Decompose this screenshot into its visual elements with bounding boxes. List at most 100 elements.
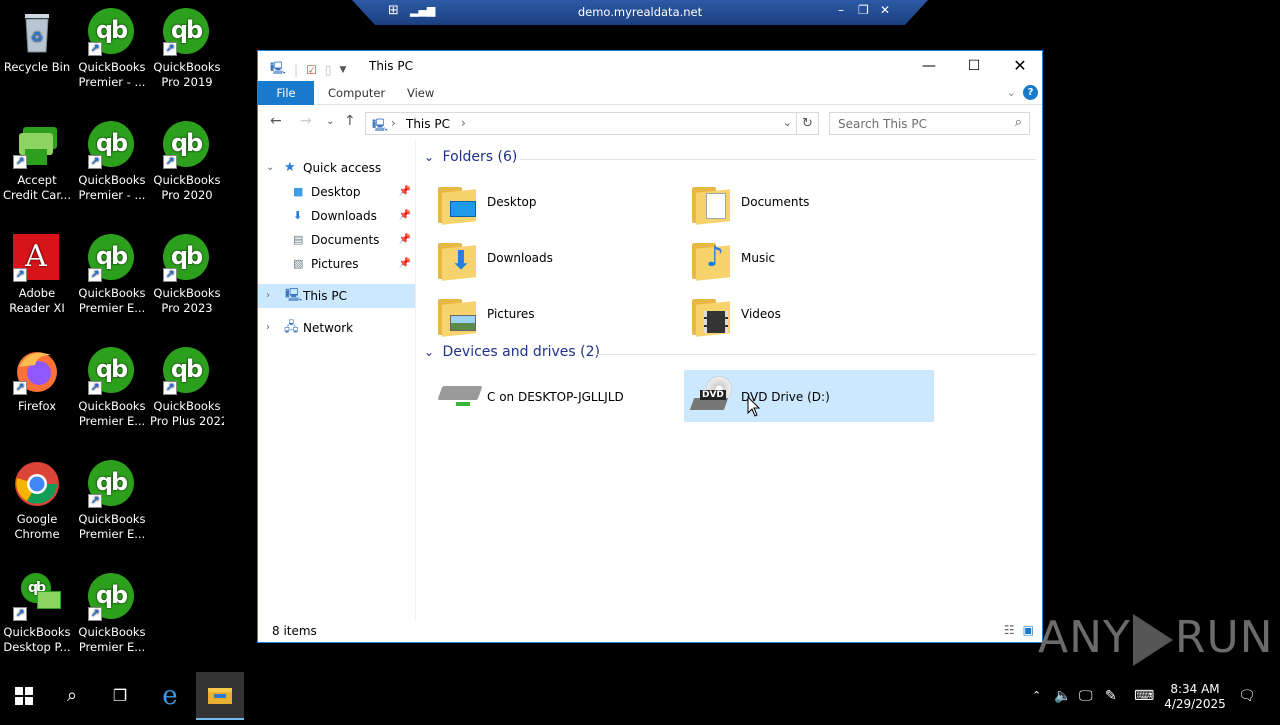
mouse-cursor-icon	[747, 396, 761, 417]
file-explorer-taskbar-button[interactable]	[196, 672, 244, 720]
taskbar: ⌕ ❐ e ⌃ 🔈 🖵 ✎ ⌨ 8:34 AM 4/29/2025 🗨	[0, 672, 1280, 720]
group-divider	[520, 159, 1036, 160]
large-icons-view-icon[interactable]: ▣	[1023, 623, 1034, 637]
tab-file[interactable]: File	[258, 81, 314, 105]
task-view-icon[interactable]: ❐	[96, 672, 144, 720]
desktop-icon-quickbooks-pro-2019[interactable]: qb ↗ QuickBooks Pro 2019	[150, 8, 224, 90]
desktop-icon-quickbooks-premier[interactable]: qb ↗ QuickBooks Premier E...	[75, 347, 149, 429]
search-input[interactable]: Search This PC ⌕	[829, 112, 1030, 135]
new-folder-icon[interactable]: ▯	[325, 63, 332, 77]
folder-tile-pictures[interactable]: Pictures	[430, 289, 680, 341]
properties-icon[interactable]: ☑	[306, 63, 317, 77]
volume-icon[interactable]: 🔈	[1054, 672, 1071, 720]
minimize-button[interactable]: —	[906, 51, 952, 81]
desktop-icon-label: QuickBooks	[78, 286, 146, 300]
recent-locations-dropdown-icon[interactable]: ⌄	[326, 116, 334, 127]
back-button[interactable]: ←	[270, 113, 282, 129]
expand-ribbon-icon[interactable]: ⌄	[1007, 86, 1016, 99]
chevron-down-icon[interactable]: ⌄	[424, 345, 434, 359]
group-header-folders[interactable]: ⌄ Folders (6)	[424, 149, 1036, 169]
desktop-icon-quickbooks-pro-2023[interactable]: qb ↗ QuickBooks Pro 2023	[150, 234, 224, 316]
desktop-icon-quickbooks-premier[interactable]: qb ↗ QuickBooks Premier E...	[75, 234, 149, 316]
divider: |	[294, 62, 299, 77]
nav-item-downloads[interactable]: ⬇ Downloads 📌	[258, 204, 415, 228]
nav-item-documents[interactable]: ▤ Documents 📌	[258, 228, 415, 252]
chevron-down-icon[interactable]: ⌄	[424, 150, 434, 164]
remote-restore-button[interactable]: ❐	[858, 3, 869, 17]
nav-item-pictures[interactable]: ▧ Pictures 📌	[258, 252, 415, 276]
folder-tile-downloads[interactable]: ⬇ Downloads	[430, 233, 680, 285]
forward-button[interactable]: →	[300, 113, 312, 129]
pin-icon[interactable]: 📌	[399, 204, 411, 228]
desktop-icon-label: Chrome	[14, 527, 60, 541]
shortcut-arrow-icon: ↗	[163, 42, 177, 56]
desktop-icon-google-chrome[interactable]: Google Chrome	[0, 460, 74, 542]
drive-tile-dvd[interactable]: DVD DVD Drive (D:)	[684, 370, 934, 422]
maximize-button[interactable]: ☐	[951, 51, 997, 81]
customize-toolbar-dropdown-icon[interactable]: ▼	[339, 65, 346, 75]
remote-minimize-button[interactable]: –	[838, 3, 844, 17]
group-title: Devices and drives (2)	[442, 344, 600, 360]
shortcut-arrow-icon: ↗	[13, 155, 27, 169]
chevron-up-icon[interactable]: ⌃	[1032, 672, 1041, 720]
address-bar[interactable]: 🖳 › This PC › ⌄	[365, 112, 819, 135]
desktop-icon-quickbooks-pro-2020[interactable]: qb ↗ QuickBooks Pro 2020	[150, 121, 224, 203]
folder-tile-documents[interactable]: Documents	[684, 177, 934, 229]
desktop-icon-adobe-reader[interactable]: A ↗ Adobe Reader XI	[0, 234, 74, 316]
network-icon[interactable]: 🖵	[1079, 672, 1093, 720]
desktop-icon-label: Premier E...	[78, 640, 146, 654]
clock[interactable]: 8:34 AM 4/29/2025	[1160, 682, 1230, 712]
desktop-icon-quickbooks-premier[interactable]: qb ↗ QuickBooks Premier - ...	[75, 8, 149, 90]
shortcut-arrow-icon: ↗	[88, 268, 102, 282]
computer-icon[interactable]: 🖳	[270, 59, 286, 80]
chevron-down-icon[interactable]: ⌄	[266, 156, 274, 180]
desktop-icon-firefox[interactable]: ↗ Firefox	[0, 347, 74, 414]
desktop-icon-label: Credit Car...	[3, 188, 71, 202]
keyboard-icon[interactable]: ⌨	[1134, 672, 1154, 720]
search-icon[interactable]: ⌕	[48, 672, 96, 720]
desktop-icon-quickbooks-premier[interactable]: qb ↗ QuickBooks Premier E...	[75, 573, 149, 655]
help-icon[interactable]: ?	[1023, 85, 1038, 100]
remote-close-button[interactable]: ✕	[880, 3, 890, 17]
drive-tile-c[interactable]: C on DESKTOP-JGLLJLD	[430, 370, 680, 422]
group-header-devices[interactable]: ⌄ Devices and drives (2)	[424, 344, 1036, 364]
breadcrumb-chevron-icon[interactable]: ›	[461, 116, 466, 130]
chevron-right-icon[interactable]: ›	[266, 316, 270, 340]
nav-item-network[interactable]: › 🖧 Network	[258, 316, 415, 340]
folder-tile-desktop[interactable]: Desktop	[430, 177, 680, 229]
desktop-folder-icon	[438, 183, 478, 225]
nav-item-quick-access[interactable]: ⌄ ★ Quick access	[258, 156, 415, 180]
nav-item-this-pc[interactable]: › 🖳 This PC	[258, 284, 415, 308]
breadcrumb-this-pc[interactable]: This PC	[406, 117, 450, 131]
quickbooks-desktop-icon: qb ↗	[13, 573, 61, 621]
tab-view[interactable]: View	[393, 81, 448, 105]
desktop-icon-quickbooks-premier[interactable]: qb ↗ QuickBooks Premier - ...	[75, 121, 149, 203]
internet-explorer-icon[interactable]: e	[146, 672, 194, 720]
pin-icon[interactable]: 📌	[399, 228, 411, 252]
breadcrumb-chevron-icon[interactable]: ›	[391, 116, 396, 130]
pin-icon[interactable]: 📌	[399, 180, 411, 204]
details-view-icon[interactable]: ☷	[1004, 623, 1015, 637]
desktop-icon-recycle-bin[interactable]: ♻ Recycle Bin	[0, 8, 74, 75]
tab-computer[interactable]: Computer	[314, 81, 399, 105]
desktop-icon-quickbooks-pro-plus-2022[interactable]: qb ↗ QuickBooks Pro Plus 2022	[150, 347, 224, 429]
close-button[interactable]: ✕	[997, 51, 1043, 81]
notifications-icon[interactable]: 🗨	[1238, 672, 1256, 720]
nav-item-desktop[interactable]: ■ Desktop 📌	[258, 180, 415, 204]
desktop-icon-quickbooks-premier[interactable]: qb ↗ QuickBooks Premier E...	[75, 460, 149, 542]
group-divider	[594, 354, 1036, 355]
refresh-button[interactable]: ↻	[796, 112, 819, 135]
anyrun-watermark: ANY RUN	[1038, 612, 1274, 666]
up-button[interactable]: ↑	[344, 113, 356, 129]
pen-icon[interactable]: ✎	[1105, 672, 1117, 720]
start-button[interactable]	[0, 672, 48, 720]
folder-tile-videos[interactable]: Videos	[684, 289, 934, 341]
folder-tile-music[interactable]: ♪ Music	[684, 233, 934, 285]
pin-icon[interactable]: 📌	[399, 252, 411, 276]
address-dropdown-icon[interactable]: ⌄	[783, 116, 792, 129]
shortcut-arrow-icon: ↗	[88, 607, 102, 621]
chevron-right-icon[interactable]: ›	[266, 284, 270, 308]
desktop-icon-accept-credit-cards[interactable]: ↗ Accept Credit Car...	[0, 121, 74, 203]
desktop-icon-quickbooks-desktop[interactable]: qb ↗ QuickBooks Desktop P...	[0, 573, 74, 655]
pictures-icon: ▧	[293, 257, 304, 270]
